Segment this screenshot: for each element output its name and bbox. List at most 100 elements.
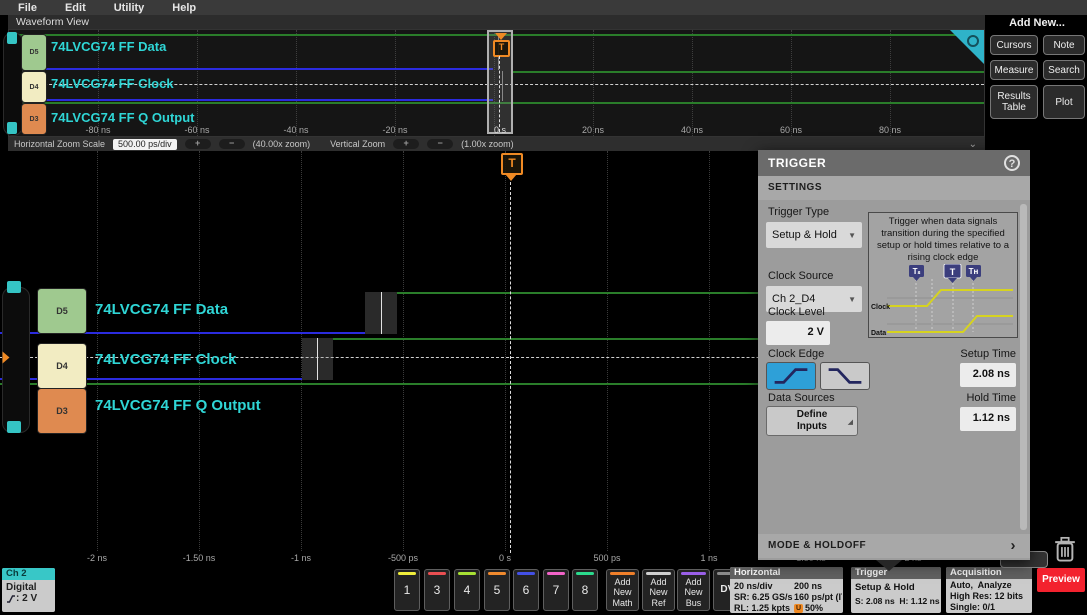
channel-button-5[interactable]: 5 bbox=[484, 569, 510, 611]
gridline bbox=[692, 30, 693, 136]
dropdown-arrow-icon: ▼ bbox=[848, 295, 856, 304]
trash-icon[interactable] bbox=[1050, 536, 1080, 563]
chevron-down-icon[interactable]: ⌄ bbox=[969, 139, 977, 150]
help-icon[interactable]: ? bbox=[1004, 155, 1020, 171]
trigger-badge[interactable]: Trigger Setup & Hold S: 2.08 ns H: 1.12 … bbox=[851, 567, 941, 613]
overview-plot[interactable]: T D5 D4 D3 74LVCG74 FF Data 74LVCG74 FF … bbox=[8, 29, 985, 137]
plot-button[interactable]: Plot bbox=[1043, 85, 1085, 119]
channel-button-1[interactable]: 1 bbox=[394, 569, 420, 611]
menu-help[interactable]: Help bbox=[172, 2, 196, 14]
horizontal-badge[interactable]: Horizontal 20 ns/div 200 ns SR: 6.25 GS/… bbox=[730, 567, 843, 613]
rising-edge-button[interactable] bbox=[766, 362, 816, 390]
channel-button-label: 1 bbox=[404, 583, 411, 597]
menu-edit[interactable]: Edit bbox=[65, 2, 86, 14]
add-new-ref-button[interactable]: Add New Ref bbox=[642, 569, 675, 611]
dropdown-arrow-icon: ▼ bbox=[848, 231, 856, 240]
channel-button-3[interactable]: 3 bbox=[424, 569, 450, 611]
clock-transition-edge bbox=[317, 338, 318, 380]
hzoom-scale-field[interactable]: 500.00 ps/div bbox=[113, 139, 177, 150]
zoom-corner-icon[interactable] bbox=[950, 30, 984, 64]
channel-label-data[interactable]: 74LVCG74 FF Data bbox=[51, 39, 166, 54]
measure-button[interactable]: Measure bbox=[990, 60, 1038, 80]
group-handle-bottom[interactable] bbox=[7, 122, 17, 134]
trigger-type-dropdown[interactable]: Setup & Hold ▼ bbox=[766, 222, 862, 248]
channel-badge-d5[interactable]: D5 bbox=[21, 34, 47, 71]
channel-badge-d4[interactable]: D4 bbox=[21, 71, 47, 103]
vzoom-plus-button[interactable]: + bbox=[393, 139, 419, 149]
define-inputs-button[interactable]: Define Inputs ◢ bbox=[766, 406, 858, 436]
gridline bbox=[296, 30, 297, 136]
acquisition-resolution: High Res: 12 bits bbox=[950, 591, 1023, 601]
group-handle-top[interactable] bbox=[7, 281, 21, 293]
oscilloscope-app: File Edit Utility Help Waveform View bbox=[0, 0, 1087, 615]
channel-badge-d4[interactable]: D4 bbox=[37, 343, 87, 389]
menu-file[interactable]: File bbox=[18, 2, 37, 14]
data-transition-edge bbox=[381, 292, 382, 334]
channel-badge-d3[interactable]: D3 bbox=[37, 388, 87, 434]
channel-label-clock[interactable]: 74LVCG74 FF Clock bbox=[51, 76, 174, 91]
setup-time-field[interactable]: 2.08 ns bbox=[960, 363, 1016, 387]
channel-button-label: 4 bbox=[464, 583, 471, 597]
channel-label-data[interactable]: 74LVCG74 FF Data bbox=[95, 301, 228, 318]
add-new-bus-button[interactable]: Add New Bus bbox=[677, 569, 710, 611]
channel-button-8[interactable]: 8 bbox=[572, 569, 598, 611]
search-button[interactable]: Search bbox=[1043, 60, 1085, 80]
horizontal-scale: 20 ns/div bbox=[734, 581, 773, 591]
hzoom-minus-button[interactable]: − bbox=[219, 139, 245, 149]
hzoom-plus-button[interactable]: + bbox=[185, 139, 211, 149]
channel-2-badge[interactable]: Ch 2 Digital : 2 V bbox=[2, 568, 55, 612]
note-button[interactable]: Note bbox=[1043, 35, 1085, 55]
zoom-window-box[interactable]: T bbox=[487, 30, 513, 134]
gridline bbox=[593, 30, 594, 136]
group-handle-top[interactable] bbox=[7, 32, 17, 44]
add-new-sidebar: Add New... Cursors Note Measure Search R… bbox=[990, 17, 1084, 119]
horizontal-span: 200 ns bbox=[794, 581, 822, 591]
trigger-panel-title: TRIGGER bbox=[758, 150, 1030, 176]
channel-label-qoutput[interactable]: 74LVCG74 FF Q Output bbox=[51, 110, 195, 125]
overview-trigger-marker[interactable]: T bbox=[493, 40, 510, 57]
clock-level-field[interactable]: 2 V bbox=[766, 321, 830, 345]
falling-edge-button[interactable] bbox=[820, 362, 870, 390]
expand-icon: ◢ bbox=[848, 418, 853, 426]
acquisition-badge[interactable]: Acquisition Auto, Analyze High Res: 12 b… bbox=[946, 567, 1032, 613]
preview-button[interactable]: Preview bbox=[1037, 568, 1085, 592]
channel-label-qoutput[interactable]: 74LVCG74 FF Q Output bbox=[95, 397, 261, 414]
mode-holdoff-section[interactable]: MODE & HOLDOFF › bbox=[758, 534, 1030, 558]
channel-badge-d3[interactable]: D3 bbox=[21, 103, 47, 135]
vzoom-label: Vertical Zoom bbox=[330, 139, 385, 149]
channel-button-label: 8 bbox=[582, 583, 589, 597]
svg-text:T: T bbox=[950, 267, 956, 277]
menu-utility[interactable]: Utility bbox=[114, 2, 145, 14]
add-button-label: Add New Math bbox=[607, 570, 638, 608]
add-new-math-button[interactable]: Add New Math bbox=[606, 569, 639, 611]
channel-button-4[interactable]: 4 bbox=[454, 569, 480, 611]
vzoom-minus-button[interactable]: − bbox=[427, 139, 453, 149]
zv-tick: -1.50 ns bbox=[183, 553, 216, 563]
channel-label-clock[interactable]: 74LVCG74 FF Clock bbox=[95, 351, 236, 368]
setup-hold-diagram: Clock Data Tₛ T Tʜ bbox=[869, 264, 1017, 336]
channel-button-6[interactable]: 6 bbox=[513, 569, 539, 611]
data-sources-label: Data Sources bbox=[768, 392, 835, 404]
channel-group-handle[interactable] bbox=[3, 32, 23, 136]
tab-settings[interactable]: SETTINGS bbox=[758, 176, 1030, 200]
add-button-label: Add New Ref bbox=[643, 570, 674, 608]
zv-tick: 1 ns bbox=[700, 553, 717, 563]
channel-badge-d5[interactable]: D5 bbox=[37, 288, 87, 334]
group-handle-bottom[interactable] bbox=[7, 421, 21, 433]
ov-tick: -40 ns bbox=[283, 125, 308, 135]
trigger-marker[interactable]: T bbox=[501, 153, 523, 175]
hold-time-field[interactable]: 1.12 ns bbox=[960, 407, 1016, 431]
panel-scrollbar[interactable] bbox=[1020, 204, 1027, 530]
channel-button-label: 7 bbox=[553, 583, 560, 597]
channel-button-7[interactable]: 7 bbox=[543, 569, 569, 611]
results-table-button[interactable]: Results Table bbox=[990, 85, 1038, 119]
cursors-button[interactable]: Cursors bbox=[990, 35, 1038, 55]
ov-tick: -60 ns bbox=[184, 125, 209, 135]
trigger-source-marker bbox=[3, 352, 10, 364]
define-inputs-label: Define Inputs bbox=[781, 409, 843, 432]
gridline bbox=[403, 151, 404, 551]
zv-tick: 500 ps bbox=[593, 553, 620, 563]
trigger-position-line bbox=[510, 182, 511, 553]
trigger-type-summary: Setup & Hold bbox=[855, 582, 915, 593]
trigger-position-line bbox=[499, 56, 500, 132]
